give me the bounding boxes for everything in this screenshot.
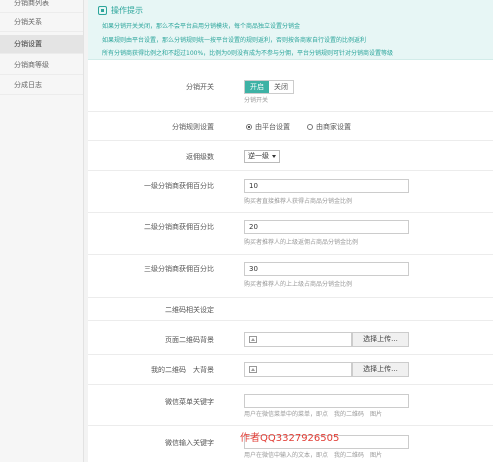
image-icon <box>249 366 257 373</box>
page-bg-upload-button[interactable]: 选择上传... <box>352 332 409 347</box>
caret-down-icon <box>272 155 276 158</box>
level3-label: 三级分销商获佣百分比 <box>144 265 214 273</box>
switch-hint: 分销开关 <box>244 97 269 104</box>
my-qrcode-label: 我的二维码 大背景 <box>151 366 214 374</box>
divider <box>88 212 493 213</box>
my-qrcode-file-field[interactable] <box>244 362 352 377</box>
main-panel: 操作提示 如果分销开关关闭，那么不会平台启用分销模块，每个商品独立设置分销金 如… <box>88 0 499 462</box>
radio-selected-icon <box>246 124 252 130</box>
level1-label: 一级分销商获佣百分比 <box>144 182 214 190</box>
level2-input[interactable]: 20 <box>244 220 409 234</box>
my-qrcode-upload-button[interactable]: 选择上传... <box>352 362 409 377</box>
divider <box>88 140 493 141</box>
page-bg-label: 页面二维码背景 <box>165 336 214 344</box>
level1-hint: 购买者直接推荐人获得占商品分销金比例 <box>244 198 353 205</box>
author-watermark: 作者QQ3327926505 <box>240 433 340 444</box>
wechat-menu-input[interactable] <box>244 394 409 408</box>
rule-merchant-label: 由商家设置 <box>316 123 351 131</box>
distribution-switch[interactable]: 开启 关闭 <box>244 80 294 94</box>
tips-title: 操作提示 <box>98 5 143 16</box>
sidebar-item-distributor-level[interactable]: 分销商等级 <box>0 56 83 75</box>
divider <box>88 297 493 298</box>
level3-hint: 购买者推荐人的上上级占商品分销金比例 <box>244 281 353 288</box>
switch-label: 分销开关 <box>186 83 214 91</box>
wechat-menu-hint: 用户在微信菜单中的菜单，即点 我的二维码 图片 <box>244 411 383 418</box>
switch-on-option[interactable]: 开启 <box>245 81 269 93</box>
wechat-input-label: 微信输入关键字 <box>165 439 214 447</box>
level1-input[interactable]: 10 <box>244 179 409 193</box>
divider <box>88 354 493 355</box>
sidebar-item-commission-log[interactable]: 分成日志 <box>0 76 83 95</box>
divider <box>88 254 493 255</box>
rule-platform-label: 由平台设置 <box>255 123 290 131</box>
rule-label: 分销规则设置 <box>172 123 214 131</box>
tip-line: 所有分销商获得比例之和不超过100%，比例为0则没有成为不参与分佣，平台分销规则… <box>102 50 393 57</box>
levels-select[interactable]: 逆一级 <box>244 150 280 163</box>
sidebar: 分销商列表 分销关系 分销设置 分销商等级 分成日志 <box>0 0 84 462</box>
radio-icon <box>307 124 313 130</box>
tip-line: 如果分销开关关闭，那么不会平台启用分销模块，每个商品独立设置分销金 <box>102 23 301 30</box>
sidebar-item-distribution-settings[interactable]: 分销设置 <box>0 35 83 54</box>
levels-selected-value: 逆一级 <box>248 152 269 160</box>
switch-off-option[interactable]: 关闭 <box>269 81 293 93</box>
sidebar-item-distribution-relation[interactable]: 分销关系 <box>0 13 83 32</box>
info-icon <box>98 6 107 15</box>
qrcode-section-label: 二维码相关设定 <box>165 306 214 314</box>
tips-title-text: 操作提示 <box>111 6 143 15</box>
image-icon <box>249 336 257 343</box>
sidebar-item-distributor-list[interactable]: 分销商列表 <box>0 0 83 13</box>
rule-platform-radio[interactable]: 由平台设置 <box>246 122 290 132</box>
levels-label: 返佣级数 <box>186 153 214 161</box>
rule-merchant-radio[interactable]: 由商家设置 <box>307 122 351 132</box>
level2-hint: 购买者推荐人的上级返佣占商品分销金比例 <box>244 239 359 246</box>
tips-box: 操作提示 如果分销开关关闭，那么不会平台启用分销模块，每个商品独立设置分销金 如… <box>88 0 493 60</box>
divider <box>88 320 493 321</box>
wechat-input-hint: 用户在微信中输入的文本，即点 我的二维码 图片 <box>244 452 383 459</box>
page-bg-file-field[interactable] <box>244 332 352 347</box>
level3-input[interactable]: 30 <box>244 262 409 276</box>
tip-line: 如果规则由平台设置，那么分销规则统一按平台设置的规则返利，否则按各商家自行设置的… <box>102 37 367 44</box>
divider <box>88 111 493 112</box>
divider <box>88 170 493 171</box>
wechat-menu-label: 微信菜单关键字 <box>165 398 214 406</box>
divider <box>88 425 493 426</box>
level2-label: 二级分销商获佣百分比 <box>144 223 214 231</box>
divider <box>88 384 493 385</box>
